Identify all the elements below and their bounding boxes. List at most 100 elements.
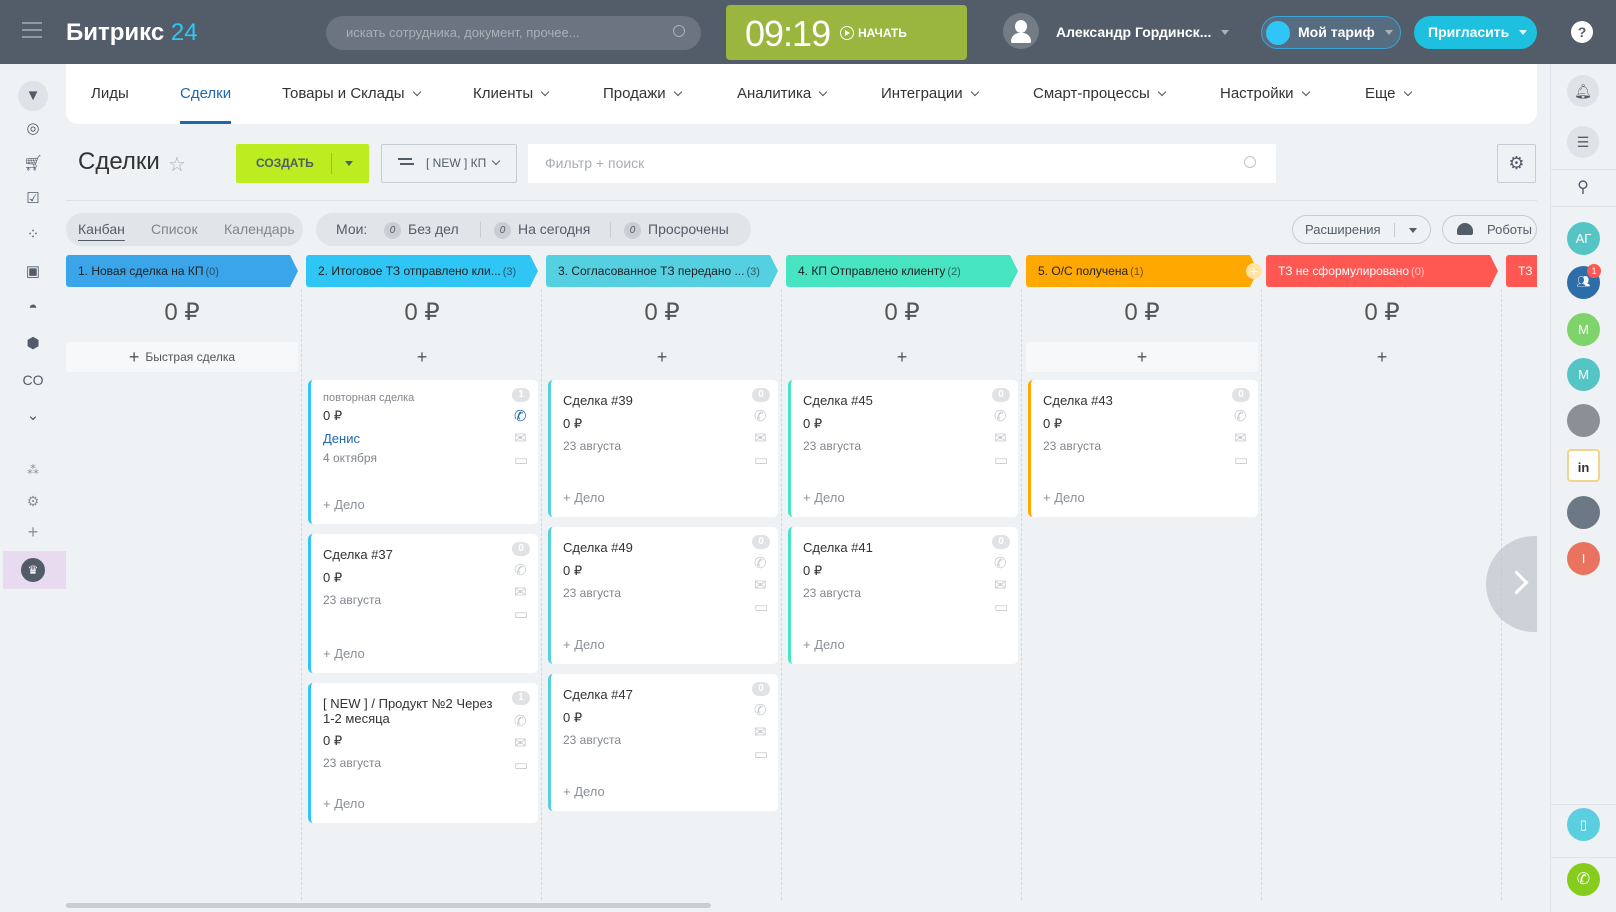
deal-title[interactable]: Сделка #47 bbox=[563, 687, 743, 702]
phone-icon[interactable]: ✆ bbox=[514, 563, 530, 578]
cloud-phone-icon[interactable]: ▯ bbox=[1567, 808, 1600, 841]
settings-icon[interactable]: ⚙ bbox=[18, 486, 48, 516]
deal-card[interactable]: Сделка #45 0 ₽ 23 августа + Дело 0 ✆ ✉ ▭ bbox=[788, 380, 1018, 517]
mail-icon[interactable]: ✉ bbox=[754, 431, 770, 446]
add-task-link[interactable]: + Дело bbox=[563, 490, 605, 505]
phone-icon[interactable]: ✆ bbox=[754, 556, 770, 571]
settings-gear-button[interactable]: ⚙ bbox=[1497, 144, 1536, 183]
global-search-input[interactable]: искать сотрудника, документ, прочее... bbox=[326, 16, 701, 50]
menu-icon[interactable] bbox=[22, 22, 42, 38]
mail-icon[interactable]: ✉ bbox=[754, 578, 770, 593]
robot-icon[interactable]: ◓ bbox=[18, 293, 48, 323]
stage-header[interactable]: 3. Согласованное ТЗ передано ... (3) bbox=[546, 255, 778, 287]
workday-timer[interactable]: 09:19 НАЧАТЬ bbox=[726, 5, 967, 60]
add-task-link[interactable]: + Дело bbox=[803, 490, 845, 505]
nav-tab[interactable]: Интеграции bbox=[881, 64, 979, 124]
add-task-link[interactable]: + Дело bbox=[803, 637, 845, 652]
view-list[interactable]: Список bbox=[151, 213, 198, 246]
chat-icon[interactable]: ▭ bbox=[994, 453, 1010, 468]
phone-icon[interactable]: ✆ bbox=[514, 409, 530, 424]
cart-icon[interactable]: 🛒︎ bbox=[18, 149, 48, 179]
phone-icon[interactable]: ✆ bbox=[754, 409, 770, 424]
mail-icon[interactable]: ✉ bbox=[994, 578, 1010, 593]
phone-icon[interactable]: ✆ bbox=[754, 703, 770, 718]
stage-header[interactable]: 2. Итоговое ТЗ отправлено кли... (3) bbox=[306, 255, 538, 287]
deal-card[interactable]: Сделка #39 0 ₽ 23 августа + Дело 0 ✆ ✉ ▭ bbox=[548, 380, 778, 517]
chat-icon[interactable]: ▭ bbox=[514, 453, 530, 468]
filter-preset-button[interactable]: [ NEW ] КП bbox=[381, 144, 517, 183]
contact-avatar[interactable]: M bbox=[1567, 358, 1600, 391]
mail-icon[interactable]: ✉ bbox=[514, 431, 530, 446]
add-deal-button[interactable]: + bbox=[786, 342, 1018, 372]
phone-call-icon[interactable]: ✆ bbox=[1567, 863, 1600, 896]
nav-tab[interactable]: Смарт-процессы bbox=[1033, 64, 1166, 124]
deal-card[interactable]: Сделка #41 0 ₽ 23 августа + Дело 0 ✆ ✉ ▭ bbox=[788, 527, 1018, 664]
user-avatar[interactable] bbox=[1003, 13, 1039, 49]
contact-photo-avatar[interactable] bbox=[1567, 404, 1600, 437]
nav-tab[interactable]: Сделки bbox=[180, 64, 232, 124]
caret-down-icon[interactable] bbox=[345, 161, 353, 166]
more-chevron-icon[interactable]: ⌄ bbox=[18, 401, 48, 431]
nav-tab[interactable]: Аналитика bbox=[737, 64, 828, 124]
mail-icon[interactable]: ✉ bbox=[754, 725, 770, 740]
add-deal-button[interactable]: + bbox=[1026, 342, 1258, 372]
contact-avatar[interactable]: M bbox=[1567, 313, 1600, 346]
phone-icon[interactable]: ✆ bbox=[514, 714, 530, 729]
mail-icon[interactable]: ✉ bbox=[1234, 431, 1250, 446]
nav-tab[interactable]: Продажи bbox=[603, 64, 682, 124]
nav-tab[interactable]: Клиенты bbox=[473, 64, 550, 124]
extensions-button[interactable]: Расширения bbox=[1292, 215, 1431, 244]
phone-icon[interactable]: ✆ bbox=[994, 556, 1010, 571]
nav-tab[interactable]: Лиды bbox=[91, 64, 129, 124]
stage-header[interactable]: ТЗ bbox=[1506, 255, 1537, 287]
user-menu[interactable]: Александр Гординск... bbox=[1056, 24, 1230, 40]
mail-icon[interactable]: ✉ bbox=[994, 431, 1010, 446]
deal-card[interactable]: Сделка #47 0 ₽ 23 августа + Дело 0 ✆ ✉ ▭ bbox=[548, 674, 778, 811]
deal-card[interactable]: [ NEW ] / Продукт №2 Через 1-2 месяца 0 ₽… bbox=[308, 683, 538, 823]
notifications-bell-icon[interactable]: 🔔︎ bbox=[1567, 75, 1599, 107]
nav-tab[interactable]: Товары и Склады bbox=[282, 64, 421, 124]
mail-icon[interactable]: ✉ bbox=[514, 736, 530, 751]
add-task-link[interactable]: + Дело bbox=[563, 637, 605, 652]
deal-card[interactable]: Сделка #37 0 ₽ 23 августа + Дело 0 ✆ ✉ ▭ bbox=[308, 534, 538, 673]
add-deal-button[interactable]: + bbox=[546, 342, 778, 372]
add-task-link[interactable]: + Дело bbox=[323, 646, 365, 661]
chat-icon[interactable]: ▭ bbox=[754, 600, 770, 615]
tariff-button[interactable]: Мой тариф bbox=[1261, 16, 1401, 49]
network-icon[interactable]: ⁘ bbox=[18, 220, 48, 250]
add-task-link[interactable]: + Дело bbox=[323, 796, 365, 811]
deal-title[interactable]: [ NEW ] / Продукт №2 Через 1-2 месяца bbox=[323, 696, 503, 726]
stage-header[interactable]: 5. О/С получена (1) bbox=[1026, 255, 1258, 287]
chat-icon[interactable]: ▭ bbox=[1234, 453, 1250, 468]
box-icon[interactable]: ⬢ bbox=[18, 329, 48, 359]
structure-icon[interactable]: ⁂ bbox=[18, 455, 48, 485]
create-button[interactable]: СОЗДАТЬ bbox=[236, 144, 369, 183]
filter-search-input[interactable]: Фильтр + поиск bbox=[528, 144, 1276, 183]
quick-deal-button[interactable]: + Быстрая сделка bbox=[66, 342, 298, 372]
add-task-link[interactable]: + Дело bbox=[1043, 490, 1085, 505]
chat-icon[interactable]: ▭ bbox=[754, 747, 770, 762]
stage-header[interactable]: 1. Новая сделка на КП (0) bbox=[66, 255, 298, 287]
invite-button[interactable]: Пригласить bbox=[1414, 16, 1537, 49]
counter-no-tasks[interactable]: 0 Без дел bbox=[384, 213, 459, 246]
stage-header[interactable]: ТЗ не сформулировано (0) bbox=[1266, 255, 1498, 287]
view-kanban[interactable]: Канбан bbox=[78, 213, 125, 246]
add-stage-icon[interactable]: + bbox=[1246, 263, 1262, 279]
deal-title[interactable]: Сделка #43 bbox=[1043, 393, 1223, 408]
contact-card-icon[interactable]: ▣ bbox=[18, 257, 48, 287]
funnel-icon[interactable]: ▼ bbox=[18, 81, 48, 111]
chat-icon[interactable]: ▭ bbox=[514, 758, 530, 773]
messenger-icon[interactable]: ☰ bbox=[1567, 126, 1599, 158]
deal-title[interactable]: Сделка #39 bbox=[563, 393, 743, 408]
logo[interactable]: Битрикс 24 bbox=[66, 19, 198, 47]
deal-title[interactable]: Сделка #41 bbox=[803, 540, 983, 555]
counter-today[interactable]: 0 На сегодня bbox=[494, 213, 590, 246]
chat-icon[interactable]: ▭ bbox=[754, 453, 770, 468]
upgrade-item[interactable]: ♛ bbox=[3, 551, 66, 589]
contact-avatar[interactable]: I bbox=[1567, 542, 1600, 575]
star-icon[interactable]: ☆ bbox=[168, 152, 186, 177]
phone-icon[interactable]: ✆ bbox=[1234, 409, 1250, 424]
view-calendar[interactable]: Календарь bbox=[224, 213, 295, 246]
counter-overdue[interactable]: 0 Просрочены bbox=[624, 213, 729, 246]
add-deal-button[interactable]: + bbox=[1266, 342, 1498, 372]
